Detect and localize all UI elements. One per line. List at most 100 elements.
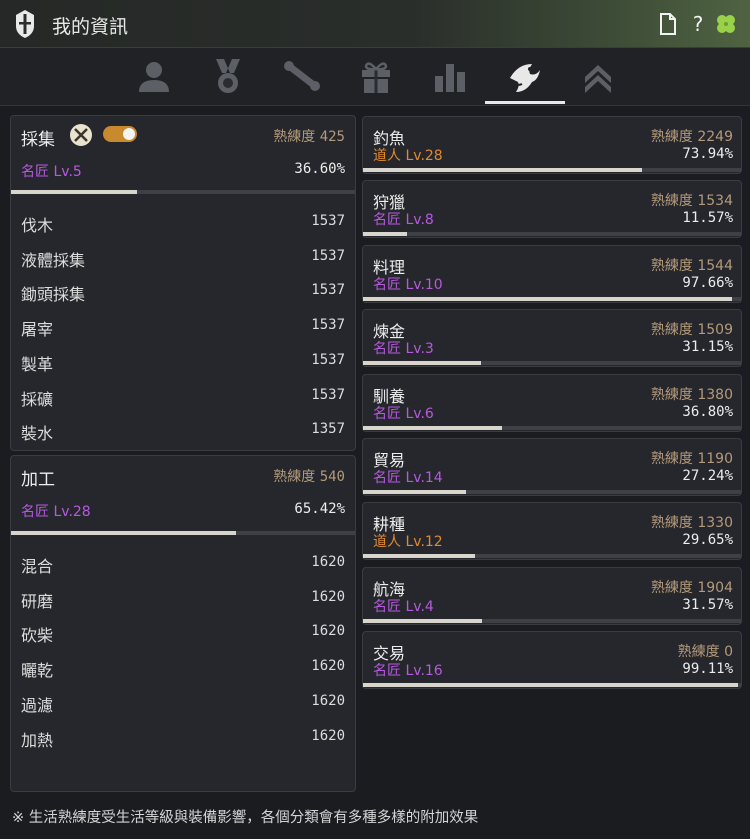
skill-percent: 99.11%: [682, 661, 733, 678]
double-chevron-up-icon: [585, 65, 611, 93]
crossed-tools-icon: [70, 124, 92, 146]
sub-skill-name: 曬乾: [21, 661, 54, 681]
footer-note: ※ 生活熟練度受生活等級與裝備影響，各個分類會有多種多樣的附加效果: [12, 810, 479, 826]
skill-percent: 31.57%: [682, 596, 733, 613]
tab-gift[interactable]: [346, 54, 406, 98]
processing-percent: 65.42%: [294, 501, 345, 517]
sub-skill-name: 裝水: [21, 424, 54, 444]
processing-progress-fill: [11, 531, 237, 535]
proficiency-value: 540: [319, 469, 345, 485]
skill-progress-bar: [363, 361, 741, 366]
skill-level: 名匠 Lv.6: [373, 405, 434, 422]
skill-progress-bar: [363, 296, 741, 301]
skill-card[interactable]: 耕種 熟練度 1330 道人 Lv.12 29.65%: [362, 502, 742, 561]
gathering-progress-bar: [11, 190, 355, 194]
processing-title: 加工: [21, 470, 55, 490]
skill-progress-fill: [363, 683, 738, 688]
skill-progress-bar: [363, 618, 741, 623]
skill-progress-bar: [363, 683, 741, 688]
skill-level: 道人 Lv.12: [373, 534, 443, 551]
sub-skill-name: 屠宰: [21, 320, 54, 340]
skill-progress-fill: [363, 168, 643, 172]
sub-skill-value: 1620: [311, 623, 345, 640]
processing-panel: 加工 熟練度 540 名匠 Lv.28 65.42% 混合 1620 研磨 1620 砍…: [10, 455, 356, 792]
tab-life-skill[interactable]: [494, 54, 554, 98]
tab-rank[interactable]: [568, 54, 628, 98]
clover-icon[interactable]: [714, 12, 738, 36]
proficiency-label: 熟練度: [273, 469, 316, 485]
gathering-progress-fill: [11, 190, 137, 194]
tab-bar: [0, 48, 750, 106]
skill-progress-fill: [363, 618, 483, 623]
sub-skill-value: 1537: [311, 213, 345, 229]
proficiency-value: 425: [319, 129, 345, 145]
document-icon[interactable]: [656, 12, 680, 36]
skill-proficiency: 熟練度 1534: [650, 193, 733, 210]
sub-skill-value: 1620: [311, 727, 345, 744]
skill-progress-fill: [363, 425, 503, 430]
skill-card[interactable]: 料理 熟練度 1544 名匠 Lv.10 97.66%: [362, 244, 742, 303]
gathering-toggle[interactable]: [103, 126, 137, 142]
skill-card[interactable]: 馴養 熟練度 1380 名匠 Lv.6 36.80%: [362, 373, 742, 432]
skill-proficiency: 熟練度 1190: [650, 451, 733, 467]
skill-progress-bar: [363, 425, 741, 430]
skill-card[interactable]: 航海 熟練度 1904 名匠 Lv.4 31.57%: [362, 566, 742, 625]
sub-skill-value: 1620: [311, 692, 345, 709]
sub-skill-value: 1620: [311, 554, 345, 570]
sub-skill-name: 加熱: [21, 730, 54, 750]
skill-progress-fill: [363, 296, 733, 301]
skill-proficiency: 熟練度 0: [677, 644, 733, 661]
sub-skill-name: 鋤頭採集: [21, 285, 86, 305]
skill-progress-fill: [363, 554, 476, 559]
skill-progress-fill: [363, 490, 466, 494]
bar-chart-icon: [435, 64, 465, 92]
medal-icon: [216, 59, 240, 93]
skill-percent: 36.80%: [682, 403, 733, 420]
skill-card[interactable]: 狩獵 熟練度 1534 名匠 Lv.8 11.57%: [362, 180, 742, 239]
skill-progress-bar: [363, 554, 741, 559]
skill-card[interactable]: 貿易 熟練度 1190 名匠 Lv.14 27.24%: [362, 438, 742, 496]
active-tab-indicator: [485, 101, 565, 104]
skill-proficiency: 熟練度 1509: [650, 322, 733, 339]
sub-skill-name: 研磨: [21, 591, 54, 611]
skill-proficiency: 熟練度 1544: [650, 257, 733, 274]
skill-percent: 27.24%: [682, 468, 733, 484]
tab-profile[interactable]: [124, 54, 184, 98]
skill-card[interactable]: 交易 熟練度 0 名匠 Lv.16 99.11%: [362, 631, 742, 690]
skill-level: 名匠 Lv.16: [373, 663, 443, 680]
sub-skill-value: 1537: [311, 282, 345, 299]
sub-skill-value: 1537: [311, 317, 345, 334]
sub-skill-value: 1537: [311, 247, 345, 264]
tab-stats[interactable]: [420, 54, 480, 98]
scroll-icon: [284, 61, 320, 91]
skill-proficiency: 熟練度 2249: [650, 129, 733, 145]
gathering-panel: 採集 熟練度 425 名匠 Lv.5 36.60% 伐木 1537 液體採集 1537…: [10, 115, 356, 451]
sub-skill-name: 採礦: [21, 389, 54, 409]
tab-medal[interactable]: [198, 54, 258, 98]
processing-level: 名匠 Lv.28: [21, 504, 91, 520]
sub-skill-value: 1357: [311, 421, 345, 438]
sub-skill-name: 混合: [21, 557, 54, 576]
processing-progress-bar: [11, 531, 355, 535]
sub-skill-value: 1537: [311, 351, 345, 368]
gathering-level: 名匠 Lv.5: [21, 164, 82, 180]
gift-icon: [362, 62, 390, 93]
help-icon[interactable]: ?: [686, 12, 710, 36]
skill-level: 道人 Lv.28: [373, 148, 443, 164]
skill-level: 名匠 Lv.4: [373, 598, 434, 615]
proficiency-label: 熟練度: [273, 129, 316, 145]
gathering-title: 採集: [21, 130, 55, 150]
sub-skill-name: 砍柴: [21, 626, 54, 646]
skill-progress-bar: [363, 232, 741, 237]
tab-scroll[interactable]: [272, 54, 332, 98]
skill-proficiency: 熟練度 1380: [650, 386, 733, 403]
toggle-knob: [123, 128, 135, 140]
gathering-percent: 36.60%: [294, 161, 345, 177]
fish-icon: [510, 64, 540, 92]
sub-skill-name: 液體採集: [21, 250, 86, 270]
helmet-logo-icon: [16, 10, 34, 38]
skill-progress-bar: [363, 490, 741, 494]
skill-card[interactable]: 釣魚 熟練度 2249 道人 Lv.28 73.94%: [362, 116, 742, 174]
skill-card[interactable]: 煉金 熟練度 1509 名匠 Lv.3 31.15%: [362, 309, 742, 368]
skill-proficiency: 熟練度 1904: [650, 579, 733, 596]
